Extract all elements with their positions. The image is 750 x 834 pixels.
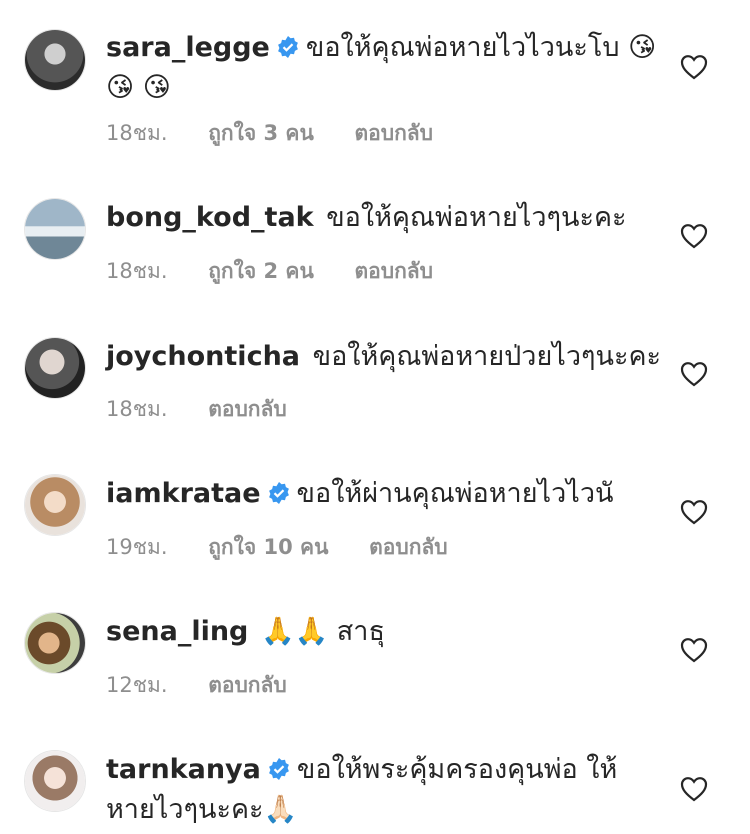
comment-text: ขอให้คุณพ่อหายไวๆนะคะ — [326, 202, 627, 233]
avatar[interactable] — [24, 474, 86, 536]
comment-text: ขอให้คุณพ่อหายไวไวนะโบ 😘 — [305, 32, 657, 63]
heart-icon[interactable] — [680, 223, 708, 249]
comment-text: ขอให้พระคุ้มครองคุนพ่อ ให้ — [296, 754, 618, 785]
heart-icon[interactable] — [680, 637, 708, 663]
comment-text: ขอให้คุณพ่อหายป่วยไวๆนะคะ — [312, 341, 662, 372]
reply-button[interactable]: ตอบกลับ — [355, 259, 434, 283]
comment-username[interactable]: tarnkanya — [106, 754, 261, 785]
comment-text: ขอให้ผ่านคุณพ่อหายไวไวนั — [296, 478, 614, 509]
reply-button[interactable]: ตอบกลับ — [208, 397, 287, 421]
heart-icon[interactable] — [680, 54, 708, 80]
comment-time: 18ชม. — [106, 259, 168, 283]
heart-icon[interactable] — [680, 776, 708, 802]
heart-icon[interactable] — [680, 499, 708, 525]
avatar[interactable] — [24, 337, 86, 399]
comment-username[interactable]: sara_legge — [106, 32, 270, 63]
avatar[interactable] — [24, 29, 86, 91]
likes-count[interactable]: ถูกใจ 3 คน — [208, 121, 314, 145]
comment-username[interactable]: sena_ling — [106, 616, 248, 647]
comment-time: 18ชม. — [106, 121, 168, 145]
comment-username[interactable]: bong_kod_tak — [106, 202, 314, 233]
comment-text: 🙏🙏 สาธุ — [260, 616, 385, 647]
likes-count[interactable]: ถูกใจ 2 คน — [208, 259, 314, 283]
reply-button[interactable]: ตอบกลับ — [355, 121, 434, 145]
verified-badge-icon — [277, 36, 298, 58]
reply-button[interactable]: ตอบกลับ — [208, 673, 287, 697]
comment-text-line2: 😘 😘 — [106, 72, 171, 103]
comment-username[interactable]: iamkratae — [106, 478, 261, 509]
avatar[interactable] — [24, 750, 86, 812]
avatar[interactable] — [24, 612, 86, 674]
comment-time: 12ชม. — [106, 673, 168, 697]
comment-username[interactable]: joychonticha — [106, 341, 300, 372]
comment-time: 19ชม. — [106, 535, 168, 559]
heart-icon[interactable] — [680, 361, 708, 387]
likes-count[interactable]: ถูกใจ 10 คน — [208, 535, 328, 559]
comment-text-line2: หายไวๆนะคะ🙏🏻 — [106, 794, 298, 825]
avatar[interactable] — [24, 198, 86, 260]
verified-badge-icon — [268, 482, 289, 504]
comment-time: 18ชม. — [106, 397, 168, 421]
verified-badge-icon — [268, 758, 289, 780]
reply-button[interactable]: ตอบกลับ — [369, 535, 448, 559]
